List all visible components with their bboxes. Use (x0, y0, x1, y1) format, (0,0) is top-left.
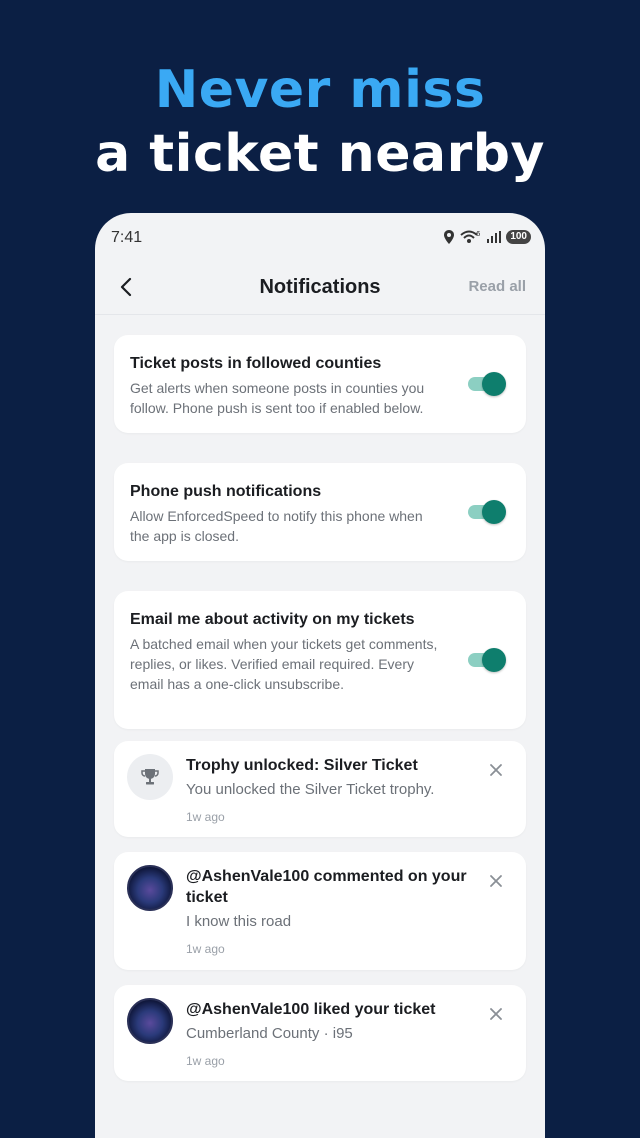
notification-time: 1w ago (186, 810, 225, 824)
setting-title: Email me about activity on my tickets (130, 611, 415, 628)
headline-line-2: a ticket nearby (95, 124, 545, 184)
setting-phone-push: Phone push notifications Allow EnforcedS… (114, 463, 526, 561)
setting-title: Phone push notifications (130, 483, 322, 500)
setting-email-activity: Email me about activity on my tickets A … (114, 591, 526, 729)
phone-push-toggle[interactable] (468, 500, 506, 524)
setting-description: Get alerts when someone posts in countie… (130, 380, 425, 416)
notification-item[interactable]: @AshenVale100 liked your ticket Cumberla… (114, 985, 526, 1081)
notification-title: @AshenVale100 liked your ticket (186, 1001, 436, 1018)
close-icon[interactable] (488, 873, 504, 889)
notification-body: Cumberland County · i95 (186, 1025, 353, 1042)
headline-line-1: Never miss (154, 60, 486, 120)
setting-followed-counties: Ticket posts in followed counties Get al… (114, 335, 526, 433)
notification-time: 1w ago (186, 942, 225, 956)
toggle-knob (482, 500, 506, 524)
wifi-icon: 6 (460, 230, 481, 243)
setting-description: A batched email when your tickets get co… (130, 636, 438, 692)
setting-description: Allow EnforcedSpeed to notify this phone… (130, 508, 423, 544)
notification-item[interactable]: Trophy unlocked: Silver Ticket You unloc… (114, 741, 526, 837)
notification-body: I know this road (186, 913, 292, 930)
signal-icon (487, 231, 502, 243)
user-avatar (127, 998, 173, 1044)
notification-time: 1w ago (186, 1054, 225, 1068)
notification-title: @AshenVale100 commented on your ticket (186, 868, 467, 906)
toggle-knob (482, 372, 506, 396)
app-header: Notifications Read all (95, 263, 545, 315)
read-all-button[interactable]: Read all (468, 278, 526, 295)
trophy-avatar (127, 754, 173, 800)
wifi-label: 6 (476, 230, 481, 238)
notification-body: You unlocked the Silver Ticket trophy. (186, 781, 435, 798)
toggle-knob (482, 648, 506, 672)
status-bar: 7:41 6 100 (95, 213, 545, 263)
battery-indicator: 100 (506, 230, 531, 244)
promo-headline: Never miss a ticket nearby (0, 58, 640, 186)
notification-title: Trophy unlocked: Silver Ticket (186, 757, 418, 774)
trophy-icon (141, 769, 159, 785)
phone-screen: 7:41 6 100 Notifications Read all Ticket… (95, 213, 545, 1138)
status-icons: 6 100 (443, 230, 531, 244)
location-icon (444, 230, 455, 244)
setting-title: Ticket posts in followed counties (130, 355, 382, 372)
close-icon[interactable] (488, 1006, 504, 1022)
notification-item[interactable]: @AshenVale100 commented on your ticket I… (114, 852, 526, 970)
close-icon[interactable] (488, 762, 504, 778)
followed-counties-toggle[interactable] (468, 372, 506, 396)
email-activity-toggle[interactable] (468, 648, 506, 672)
user-avatar (127, 865, 173, 911)
status-time: 7:41 (111, 229, 143, 246)
